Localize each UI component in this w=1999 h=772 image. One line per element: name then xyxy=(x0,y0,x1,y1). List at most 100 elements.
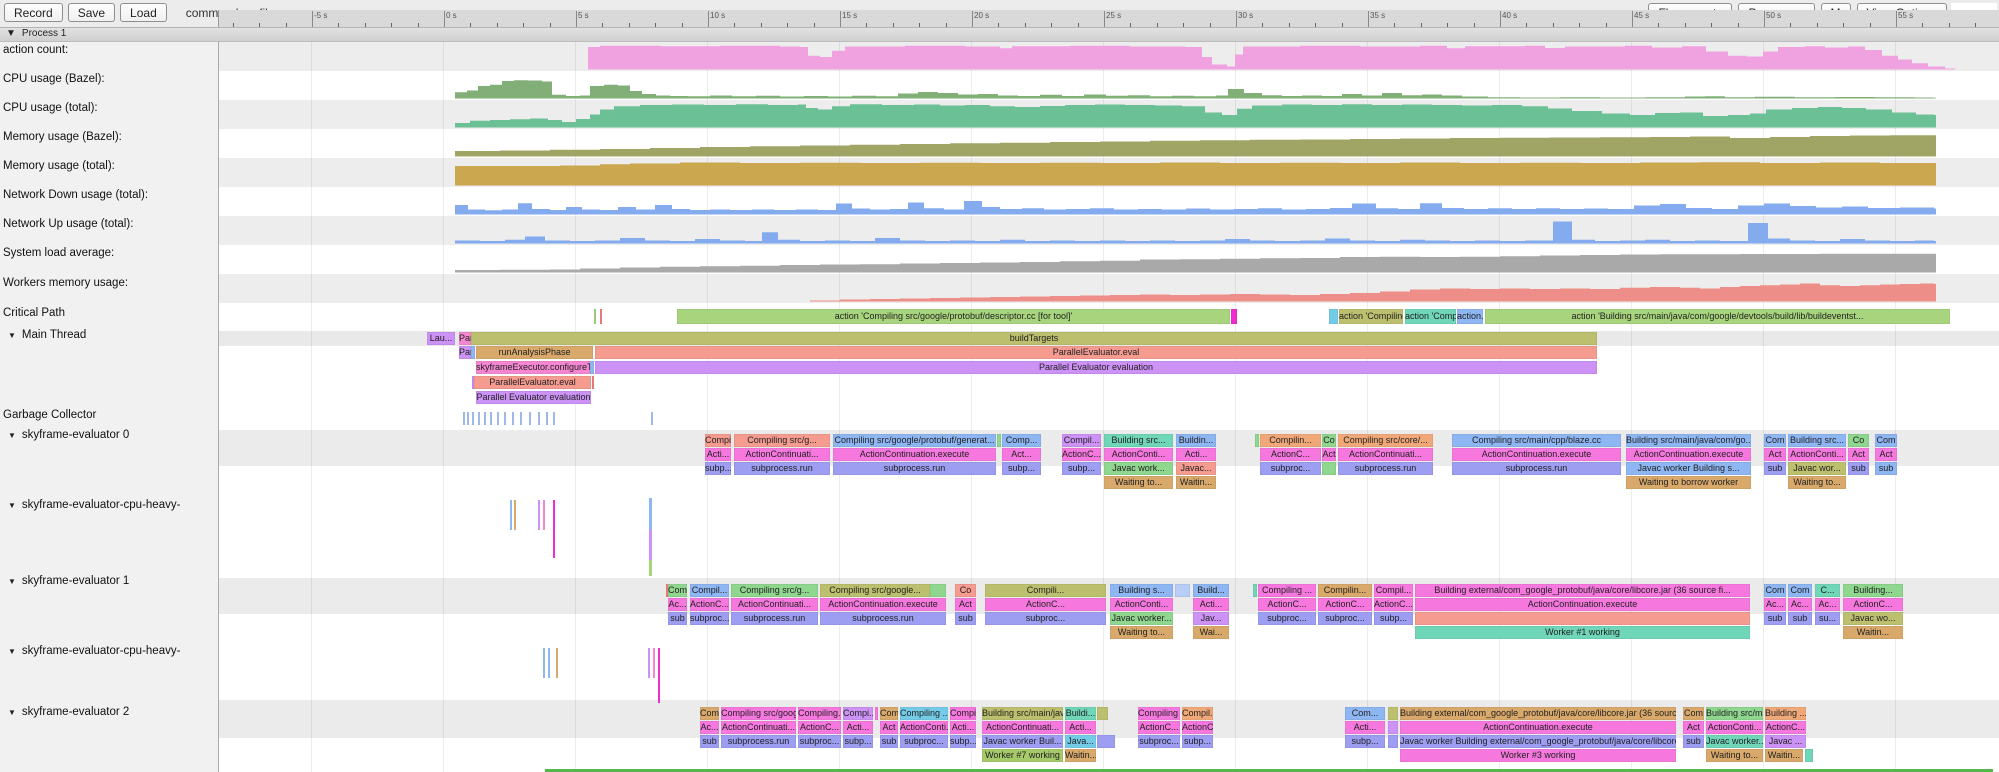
event-sliver[interactable] xyxy=(653,648,655,678)
trace-block-evaluator2-r1[interactable]: Building src/main/jav... xyxy=(982,707,1063,720)
trace-block-evaluator2-r3[interactable]: Java... xyxy=(1065,735,1096,748)
process-header[interactable]: ▼Process 1 xyxy=(0,27,1999,42)
trace-block-evaluator0-r1[interactable]: Building src... xyxy=(1104,434,1173,447)
collapse-arrow-icon[interactable]: ▼ xyxy=(8,331,16,340)
trace-block-evaluator1-r3[interactable] xyxy=(1415,612,1750,625)
trace-block-evaluator1-r4[interactable]: Waitin... xyxy=(1843,626,1903,639)
trace-block-evaluator1-r2[interactable]: ActionContinuation.execute xyxy=(820,598,946,611)
trace-block-evaluator0-r2[interactable]: ActionContinuation.execute xyxy=(1626,448,1751,461)
trace-block-critical-path[interactable] xyxy=(594,309,596,324)
trace-block-evaluator0-r3[interactable]: Javac wor... xyxy=(1788,462,1846,475)
trace-block-evaluator2-r3[interactable]: Javac worker Building external/com_googl… xyxy=(1400,735,1676,748)
trace-block-evaluator2-r1[interactable]: Compiling... xyxy=(798,707,841,720)
trace-block-garbage-collector[interactable] xyxy=(472,412,474,425)
trace-block-evaluator1-r1[interactable]: Co xyxy=(955,584,976,597)
trace-block-evaluator2-r3[interactable]: Javac ... xyxy=(1765,735,1806,748)
trace-block-evaluator2-r3[interactable]: sub xyxy=(880,735,898,748)
trace-block-evaluator1-r3[interactable]: subproc... xyxy=(1258,612,1316,625)
trace-block-evaluator2-r2[interactable]: ActionC... xyxy=(1138,721,1180,734)
trace-block-critical-path[interactable] xyxy=(1329,309,1338,324)
trace-block-evaluator0-r2[interactable]: ActionConti... xyxy=(1104,448,1173,461)
trace-block-evaluator2-r2[interactable]: ActionConti... xyxy=(900,721,948,734)
trace-block-evaluator2-r2[interactable]: Act xyxy=(880,721,898,734)
trace-block-evaluator2-r3[interactable]: subproc... xyxy=(1138,735,1180,748)
trace-block-evaluator0-r1[interactable]: Co xyxy=(1848,434,1869,447)
trace-block-evaluator1-r2[interactable]: ActionC... xyxy=(1843,598,1903,611)
trace-block-evaluator0-r1[interactable]: Comp... xyxy=(1002,434,1041,447)
trace-block-evaluator2-r1[interactable] xyxy=(1388,707,1398,720)
collapse-arrow-icon[interactable]: ▼ xyxy=(8,431,16,440)
trace-block-evaluator1-r1[interactable]: Building external/com_google_protobuf/ja… xyxy=(1415,584,1750,597)
trace-block-evaluator2-r2[interactable]: Act xyxy=(1683,721,1704,734)
trace-block-evaluator1-r4[interactable]: Waiting to... xyxy=(1110,626,1173,639)
timeline-ruler[interactable]: -5 s0 s5 s10 s15 s20 s25 s30 s35 s40 s45… xyxy=(218,10,1999,27)
trace-block-evaluator2-r4[interactable] xyxy=(1805,749,1813,762)
trace-block-evaluator1-r2[interactable]: Act xyxy=(955,598,976,611)
event-sliver[interactable] xyxy=(538,500,540,530)
trace-block-garbage-collector[interactable] xyxy=(529,412,531,425)
trace-block-critical-path[interactable]: action 'Compiling... xyxy=(1339,309,1403,324)
trace-block-evaluator1-r1[interactable]: Compiling ... xyxy=(1258,584,1316,597)
trace-block-main-thread-5[interactable]: Parallel Evaluator evaluation xyxy=(476,391,591,404)
trace-block-evaluator0-r1[interactable]: Compiling src/core/... xyxy=(1338,434,1433,447)
trace-block-evaluator0-r3[interactable]: subprocess.run xyxy=(1452,462,1621,475)
collapse-arrow-icon[interactable]: ▼ xyxy=(8,577,16,586)
event-sliver[interactable] xyxy=(514,500,516,530)
trace-block-evaluator1-r2[interactable]: ActionC... xyxy=(1258,598,1316,611)
trace-block-evaluator1-r1[interactable]: Com xyxy=(668,584,687,597)
trace-block-evaluator2-r4[interactable]: Waitin... xyxy=(1065,749,1096,762)
trace-block-evaluator0-r3[interactable]: subp... xyxy=(705,462,731,475)
trace-block-evaluator0-r2[interactable]: ActionContinuati... xyxy=(734,448,830,461)
trace-block-main-thread-3[interactable]: skyframeExecutor.configureTargets xyxy=(476,361,590,374)
sidebar-item-skyframe-evaluator-2[interactable]: ▼skyframe-evaluator 2 xyxy=(0,706,216,718)
trace-block-evaluator1-r2[interactable]: ActionC... xyxy=(1374,598,1413,611)
sidebar-item-skyframe-evaluator-1[interactable]: ▼skyframe-evaluator 1 xyxy=(0,575,216,587)
trace-block-garbage-collector[interactable] xyxy=(497,412,499,425)
trace-block-evaluator0-r3[interactable]: Javac worker Building s... xyxy=(1626,462,1751,475)
trace-block-evaluator1-r1[interactable]: C... xyxy=(1815,584,1840,597)
event-sliver[interactable] xyxy=(658,648,660,703)
trace-block-evaluator1-r2[interactable]: ActionContinuati... xyxy=(731,598,818,611)
trace-block-evaluator0-r1[interactable]: Com xyxy=(1764,434,1786,447)
trace-block-evaluator2-r1[interactable]: Com xyxy=(1683,707,1704,720)
trace-block-evaluator2-r1[interactable]: Compiling src/google... xyxy=(721,707,796,720)
trace-block-evaluator0-r2[interactable]: Acti... xyxy=(1176,448,1216,461)
trace-block-evaluator1-r1[interactable]: Building... xyxy=(1843,584,1903,597)
trace-block-evaluator2-r3[interactable]: sub xyxy=(1683,735,1704,748)
trace-block-evaluator0-r1[interactable]: Compiling src/g... xyxy=(734,434,830,447)
trace-block-evaluator0-r3[interactable]: Javac work... xyxy=(1104,462,1173,475)
trace-block-main-thread-2[interactable]: Par xyxy=(459,346,471,359)
trace-block-evaluator2-r1[interactable]: Compil... xyxy=(950,707,976,720)
trace-block-evaluator0-r1[interactable]: Co xyxy=(1322,434,1336,447)
trace-block-evaluator0-r4[interactable]: Waiting to... xyxy=(1788,476,1846,489)
trace-block-main-thread-1[interactable]: Par xyxy=(459,332,471,345)
trace-block-evaluator0-r2[interactable]: ActionContinuati... xyxy=(1338,448,1433,461)
trace-block-evaluator0-r3[interactable]: subprocess.run xyxy=(833,462,996,475)
trace-block-evaluator1-r2[interactable]: Ac... xyxy=(1815,598,1840,611)
trace-block-evaluator2-r1[interactable]: Buildi... xyxy=(1065,707,1096,720)
trace-block-evaluator1-r3[interactable]: subproc... xyxy=(985,612,1106,625)
trace-block-evaluator0-r4[interactable]: Waiting to borrow worker xyxy=(1626,476,1751,489)
trace-block-evaluator2-r2[interactable]: Acti... xyxy=(950,721,976,734)
event-sliver[interactable] xyxy=(510,500,512,530)
trace-block-evaluator2-r3[interactable]: Javac worker Buil... xyxy=(982,735,1063,748)
event-sliver[interactable] xyxy=(648,648,650,678)
trace-block-evaluator1-r3[interactable]: Javac wo... xyxy=(1843,612,1903,625)
trace-block-evaluator2-r4[interactable]: Waiting to... xyxy=(1706,749,1763,762)
event-sliver[interactable] xyxy=(649,530,652,560)
trace-block-evaluator1-r1[interactable] xyxy=(930,584,946,597)
trace-block-evaluator1-r1[interactable]: Building s... xyxy=(1110,584,1173,597)
trace-block-evaluator2-r2[interactable]: ActionContinuati... xyxy=(982,721,1063,734)
trace-block-evaluator2-r1[interactable]: Building ... xyxy=(1765,707,1806,720)
trace-block-evaluator1-r3[interactable]: subprocess.run xyxy=(731,612,818,625)
trace-block-evaluator2-r3[interactable]: Javac worker... xyxy=(1706,735,1763,748)
trace-block-evaluator2-r3[interactable]: subproc... xyxy=(798,735,841,748)
trace-block-evaluator1-r3[interactable]: sub xyxy=(668,612,687,625)
trace-block-evaluator2-r2[interactable]: Ac... xyxy=(700,721,719,734)
trace-block-evaluator2-r1[interactable]: Building external/com_google_protobuf/ja… xyxy=(1400,707,1676,720)
trace-block-evaluator2-r3[interactable]: subp... xyxy=(843,735,873,748)
trace-block-evaluator0-r3[interactable]: Javac... xyxy=(1176,462,1216,475)
trace-block-evaluator1-r3[interactable]: sub xyxy=(1764,612,1786,625)
trace-block-evaluator0-r4[interactable]: Waitin... xyxy=(1176,476,1216,489)
trace-block-evaluator2-r1[interactable]: Com xyxy=(880,707,898,720)
